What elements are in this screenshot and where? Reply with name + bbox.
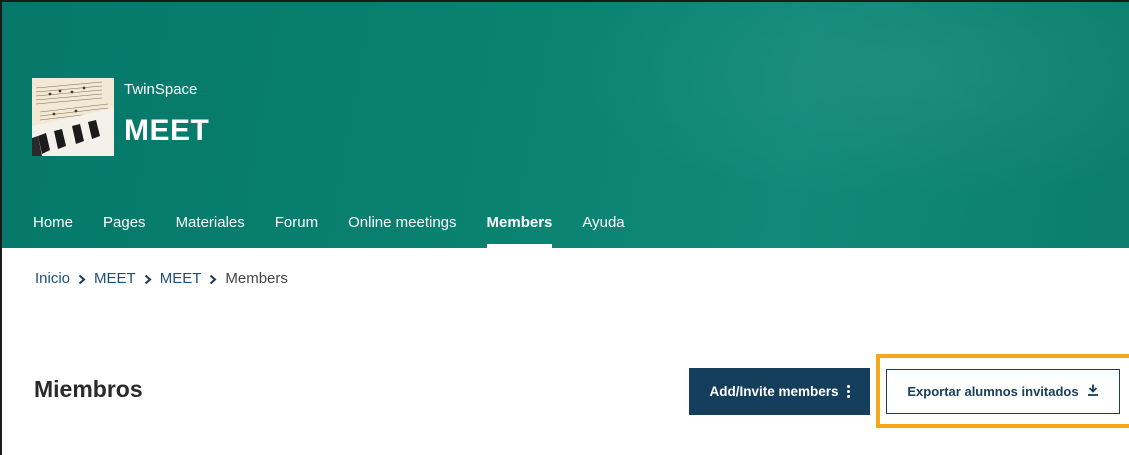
sheet-music-piano-image <box>32 78 114 156</box>
breadcrumb-link-meet[interactable]: MEET <box>94 270 136 287</box>
breadcrumb: Inicio MEET MEET Members <box>35 270 288 287</box>
nav-item-members[interactable]: Members <box>486 214 552 248</box>
breadcrumb-current: Members <box>225 270 288 287</box>
breadcrumb-link-meet-space[interactable]: MEET <box>160 270 202 287</box>
chevron-right-icon <box>70 270 94 287</box>
nav-item-materiales[interactable]: Materiales <box>176 214 245 248</box>
nav-item-forum[interactable]: Forum <box>275 214 318 248</box>
add-invite-members-button[interactable]: Add/Invite members <box>689 368 870 415</box>
nav-item-ayuda[interactable]: Ayuda <box>582 214 624 248</box>
download-icon <box>1087 384 1099 399</box>
site-subtitle: TwinSpace <box>124 81 198 98</box>
main-nav: Home Pages Materiales Forum Online meeti… <box>33 214 655 248</box>
site-header: TwinSpace MEET Home Pages Materiales For… <box>2 2 1129 248</box>
add-invite-members-label: Add/Invite members <box>709 384 839 399</box>
nav-item-pages[interactable]: Pages <box>103 214 146 248</box>
nav-item-online-meetings[interactable]: Online meetings <box>348 214 456 248</box>
site-title[interactable]: MEET <box>124 114 209 148</box>
page-frame: TwinSpace MEET Home Pages Materiales For… <box>0 0 1129 455</box>
chevron-right-icon <box>136 270 160 287</box>
page-title: Miembros <box>34 376 143 402</box>
header-glow <box>562 2 1129 202</box>
kebab-menu-icon <box>846 385 850 398</box>
breadcrumb-link-inicio[interactable]: Inicio <box>35 270 70 287</box>
chevron-right-icon <box>201 270 225 287</box>
space-logo-image[interactable] <box>32 78 114 156</box>
nav-item-home[interactable]: Home <box>33 214 73 248</box>
export-invited-students-button[interactable]: Exportar alumnos invitados <box>886 369 1120 414</box>
export-invited-students-label: Exportar alumnos invitados <box>907 384 1079 399</box>
